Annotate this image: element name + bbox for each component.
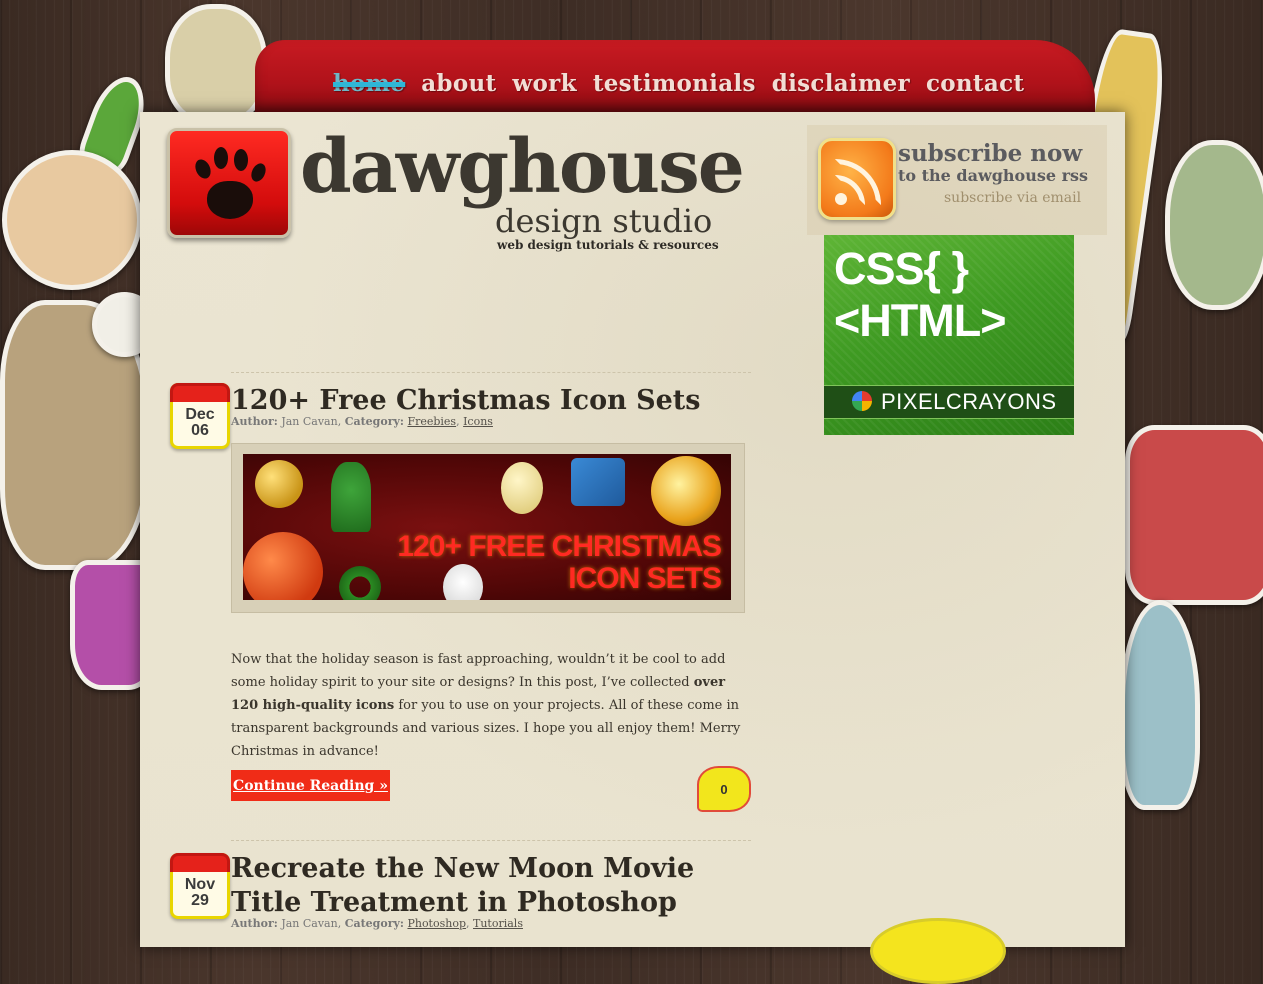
subscribe-rss-line[interactable]: to the dawghouse rss (898, 166, 1088, 185)
date-day: 06 (191, 422, 209, 439)
rocket-doodle (1120, 600, 1200, 810)
nav-disclaimer[interactable]: disclaimer (772, 70, 910, 97)
gift-box-icon (571, 458, 625, 506)
nav-contact[interactable]: contact (926, 70, 1024, 97)
category-link-tutorials[interactable]: Tutorials (473, 917, 523, 930)
post-meta: Author: Jan Cavan, Category: Photoshop, … (231, 917, 523, 930)
category-link-photoshop[interactable]: Photoshop (407, 917, 466, 930)
calendar-header (170, 383, 230, 402)
rss-globe-icon (651, 456, 721, 526)
category-label: Category: (344, 415, 404, 428)
site-brand[interactable]: dawghouse design studio web design tutor… (300, 124, 745, 252)
ornament-icon (243, 532, 323, 600)
post-title[interactable]: Recreate the New Moon Movie Title Treatm… (231, 852, 751, 920)
ad-brand-name: PIXELCRAYONS (881, 389, 1057, 414)
post-meta: Author: Jan Cavan, Category: Freebies, I… (231, 415, 493, 428)
calendar-date-icon: Dec 06 (170, 383, 230, 449)
paw-logo[interactable] (167, 128, 291, 238)
pixelcrayons-ad[interactable]: CSS{ } <HTML> PIXELCRAYONS (824, 235, 1074, 435)
paw-toe (234, 149, 248, 171)
sidebar-doodle (870, 918, 1006, 984)
calendar-header (170, 853, 230, 872)
gingerbread-icon (501, 462, 543, 514)
tree-icon (331, 462, 371, 532)
category-link-icons[interactable]: Icons (463, 415, 493, 428)
paw-toe (248, 161, 269, 184)
thumbnail-title-line2: ICON SETS (568, 562, 722, 595)
category-link-freebies[interactable]: Freebies (407, 415, 456, 428)
category-label: Category: (344, 917, 404, 930)
author-name: Jan Cavan, (281, 917, 342, 930)
excerpt-text: Now that the holiday season is fast appr… (231, 652, 726, 690)
post-excerpt: Now that the holiday season is fast appr… (231, 648, 741, 763)
subscribe-title[interactable]: subscribe now (898, 140, 1082, 167)
thumbnail-title-line1: 120+ FREE CHRISTMAS (397, 530, 722, 563)
author-label: Author: (231, 917, 278, 930)
post-title[interactable]: 120+ Free Christmas Icon Sets (231, 384, 700, 418)
date-day: 29 (191, 892, 209, 909)
cartoon-face-doodle (165, 4, 267, 124)
dog-doodle (2, 150, 142, 290)
rss-dot (835, 193, 847, 205)
main-nav: home about work testimonials disclaimer … (333, 70, 1024, 97)
post-divider (231, 372, 751, 373)
wreath-icon (339, 566, 381, 600)
snowman-icon (443, 564, 483, 600)
post-thumbnail[interactable]: 120+ FREE CHRISTMAS ICON SETS (243, 454, 731, 600)
doghouse-doodle (1125, 425, 1263, 605)
comment-count-bubble[interactable]: 0 (697, 766, 751, 812)
paw-print-icon (207, 181, 253, 219)
continue-reading-button[interactable]: Continue Reading » (231, 770, 390, 801)
paw-toe (214, 147, 228, 169)
calendar-date-icon: Nov 29 (170, 853, 230, 919)
post-divider (231, 840, 751, 841)
nav-testimonials[interactable]: testimonials (593, 70, 756, 97)
author-name: Jan Cavan, (281, 415, 342, 428)
rss-icon[interactable] (818, 138, 896, 220)
site-subtitle: design studio (495, 202, 713, 240)
pixelcrayons-logo-icon (852, 391, 872, 411)
nav-home[interactable]: home (333, 70, 405, 97)
paw-toe (192, 156, 214, 182)
bell-icon (255, 460, 303, 508)
kid-doodle (1165, 140, 1263, 310)
site-tagline: web design tutorials & resources (497, 238, 719, 252)
nav-work[interactable]: work (512, 70, 576, 97)
nav-about[interactable]: about (421, 70, 496, 97)
author-label: Author: (231, 415, 278, 428)
subscribe-email-link[interactable]: subscribe via email (944, 190, 1081, 206)
ad-line-css: CSS{ } (834, 243, 969, 294)
site-name: dawghouse (300, 124, 745, 210)
ad-line-html: <HTML> (834, 295, 1007, 346)
